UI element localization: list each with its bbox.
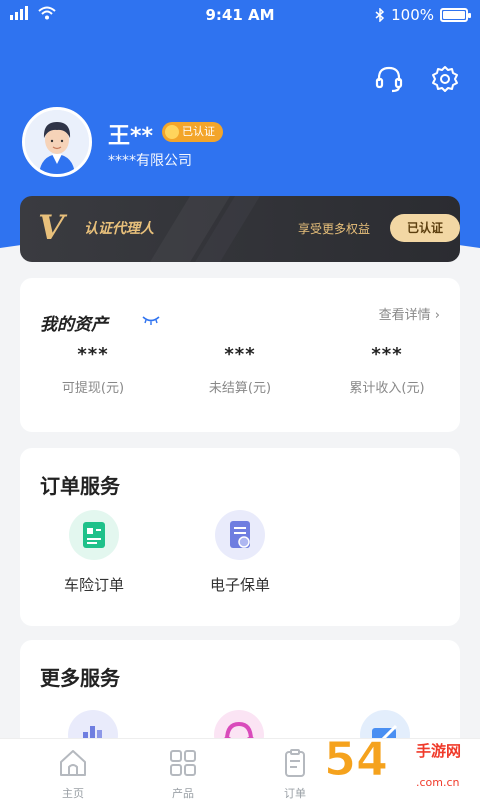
asset-label: 可提现(元) [61, 381, 125, 396]
view-details-link[interactable]: 查看详情 › [379, 304, 440, 323]
agent-benefit-text: 享受更多权益 [298, 222, 371, 236]
status-bar: 9:41 AM 100% [0, 0, 480, 30]
avatar-illustration [25, 110, 89, 174]
e-policy-icon [215, 510, 265, 560]
asset-label: 累计收入(元) [349, 381, 425, 396]
watermark-domain: .com.cn [416, 776, 460, 789]
agent-title: 认证代理人 [84, 221, 154, 237]
more-service-title: 更多服务 [40, 666, 120, 690]
bluetooth-icon [375, 8, 385, 22]
car-insurance-order-icon [69, 510, 119, 560]
certified-agent-card[interactable]: V 认证代理人 享受更多权益 已认证 [20, 196, 460, 262]
battery-percent: 100% [391, 6, 434, 24]
nav-item-orders[interactable]: 订单 [265, 747, 325, 800]
headset-icon[interactable] [374, 64, 404, 94]
verified-badge: 已认证 [162, 122, 223, 142]
order-service-card: 订单服务 车险订单 电子保单 [20, 448, 460, 626]
company-name: ****有限公司 [108, 153, 192, 169]
asset-total-income: *** 累计收入(元) [314, 344, 460, 396]
grid-icon [170, 750, 196, 776]
header-actions [374, 64, 460, 94]
agent-v-logo: V [38, 208, 65, 248]
assets-card: 我的资产 查看详情 › *** 可提现(元) *** 未结算(元) *** 累计… [20, 278, 460, 432]
nav-label-orders: 订单 [284, 787, 306, 800]
asset-withdrawable: *** 可提现(元) [20, 344, 166, 396]
nav-item-products[interactable]: 产品 [153, 747, 213, 800]
verified-badge-icon [165, 125, 179, 139]
watermark-number: 54 [323, 732, 389, 787]
settings-gear-icon[interactable] [430, 64, 460, 94]
asset-unsettled: *** 未结算(元) [167, 344, 313, 396]
eye-toggle-icon[interactable] [142, 314, 160, 326]
agent-verified-button[interactable]: 已认证 [390, 214, 460, 242]
asset-value: *** [77, 344, 109, 365]
e-policy-item[interactable]: 电子保单 [190, 510, 290, 595]
nav-item-home[interactable]: 主页 [43, 747, 103, 800]
watermark-logo: 54 手游网 .com.cn [323, 730, 474, 800]
battery-icon [440, 8, 471, 22]
asset-value: *** [371, 344, 403, 365]
nav-label-products: 产品 [172, 787, 194, 800]
asset-label: 未结算(元) [208, 381, 272, 396]
order-icon [285, 749, 305, 777]
assets-title: 我的资产 [40, 315, 108, 335]
nav-label-home: 主页 [62, 787, 84, 800]
verified-badge-label: 已认证 [182, 125, 215, 138]
watermark-text: 手游网 [416, 742, 462, 760]
car-insurance-order-item[interactable]: 车险订单 [44, 510, 144, 595]
home-icon [60, 750, 86, 776]
view-details-label: 查看详情 [378, 308, 431, 323]
chevron-right-icon: › [434, 308, 440, 323]
asset-value: *** [224, 344, 256, 365]
car-insurance-order-label: 车险订单 [63, 576, 124, 594]
e-policy-label: 电子保单 [209, 576, 270, 594]
status-right: 100% [375, 6, 471, 24]
order-service-title: 订单服务 [40, 474, 120, 498]
avatar[interactable] [22, 107, 92, 177]
user-name: 王** [108, 124, 154, 149]
